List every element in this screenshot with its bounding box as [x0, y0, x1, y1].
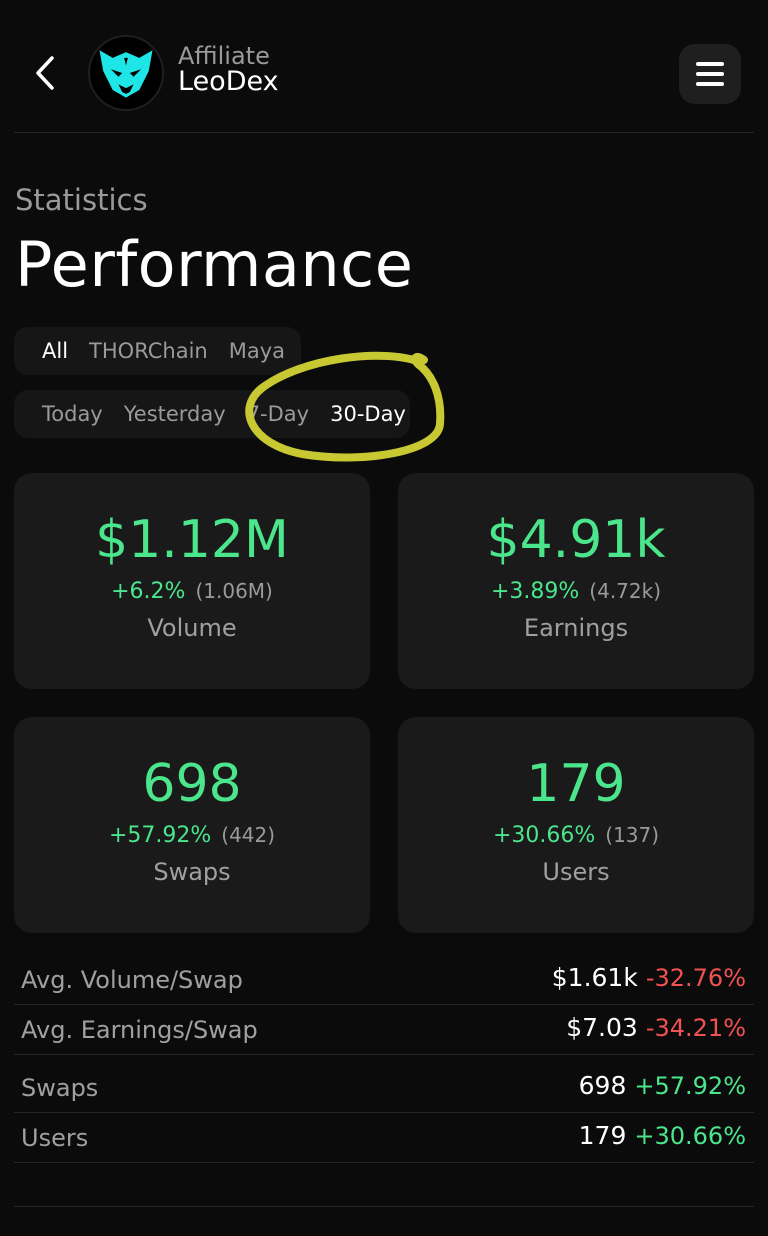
header-divider [14, 132, 754, 133]
stat-value: 698 [142, 754, 242, 814]
stat-change: +6.2% [111, 579, 186, 604]
stat-card-earnings: $4.91k +3.89% (4.72k) Earnings [398, 473, 754, 689]
hamburger-menu-button[interactable] [679, 44, 741, 104]
detail-change: -34.21% [645, 1014, 746, 1042]
stat-change: +30.66% [492, 823, 596, 848]
chain-filter-all[interactable]: All [42, 339, 68, 363]
chain-filter-thorchain[interactable]: THORChain [89, 339, 208, 363]
detail-row-swaps: Swaps 698 +57.92% [14, 1063, 754, 1113]
stat-card-users: 179 +30.66% (137) Users [398, 717, 754, 933]
detail-label: Avg. Earnings/Swap [21, 1016, 258, 1044]
detail-change: +57.92% [634, 1072, 746, 1100]
stat-value: 179 [526, 754, 626, 814]
detail-change: -32.76% [645, 964, 746, 992]
stat-previous: (442) [221, 823, 276, 847]
period-filter: Today Yesterday 7-Day 30-Day [14, 390, 410, 438]
chain-filter-maya[interactable]: Maya [229, 339, 285, 363]
leodex-logo-icon [88, 35, 164, 111]
stat-card-volume: $1.12M +6.2% (1.06M) Volume [14, 473, 370, 689]
stat-card-swaps: 698 +57.92% (442) Swaps [14, 717, 370, 933]
detail-value: 179 [578, 1121, 627, 1150]
footer-divider [14, 1206, 754, 1207]
detail-value: $7.03 [566, 1013, 638, 1042]
detail-row-users: Users 179 +30.66% [14, 1113, 754, 1163]
stat-previous: (4.72k) [589, 579, 662, 603]
brand-name: LeoDex [178, 66, 279, 97]
period-filter-7-day[interactable]: 7-Day [247, 402, 309, 426]
stat-label: Swaps [153, 858, 231, 886]
section-eyebrow: Statistics [15, 183, 148, 217]
detail-change: +30.66% [634, 1122, 746, 1150]
stat-label: Users [542, 858, 610, 886]
detail-value: 698 [578, 1071, 627, 1100]
detail-row-avg-earnings: Avg. Earnings/Swap $7.03 -34.21% [14, 1005, 754, 1055]
stat-change: +3.89% [490, 579, 580, 604]
top-bar: Affiliate LeoDex [0, 0, 768, 134]
period-filter-30-day[interactable]: 30-Day [330, 402, 406, 426]
stat-change: +57.92% [108, 823, 212, 848]
stat-value: $1.12M [95, 510, 289, 570]
stat-label: Earnings [523, 614, 629, 642]
period-filter-yesterday[interactable]: Yesterday [124, 402, 226, 426]
detail-value: $1.61k [551, 963, 638, 992]
page-title: Performance [15, 228, 414, 301]
menu-icon [696, 62, 724, 66]
detail-row-avg-volume: Avg. Volume/Swap $1.61k -32.76% [14, 955, 754, 1005]
detail-label: Avg. Volume/Swap [21, 966, 243, 994]
back-arrow-icon[interactable] [26, 50, 70, 96]
stat-previous: (1.06M) [195, 579, 273, 603]
period-filter-today[interactable]: Today [42, 402, 103, 426]
chain-filter: All THORChain Maya [14, 327, 301, 375]
stat-previous: (137) [605, 823, 660, 847]
stat-value: $4.91k [486, 510, 666, 570]
stat-label: Volume [147, 614, 237, 642]
detail-label: Users [21, 1124, 89, 1152]
detail-label: Swaps [21, 1074, 99, 1102]
